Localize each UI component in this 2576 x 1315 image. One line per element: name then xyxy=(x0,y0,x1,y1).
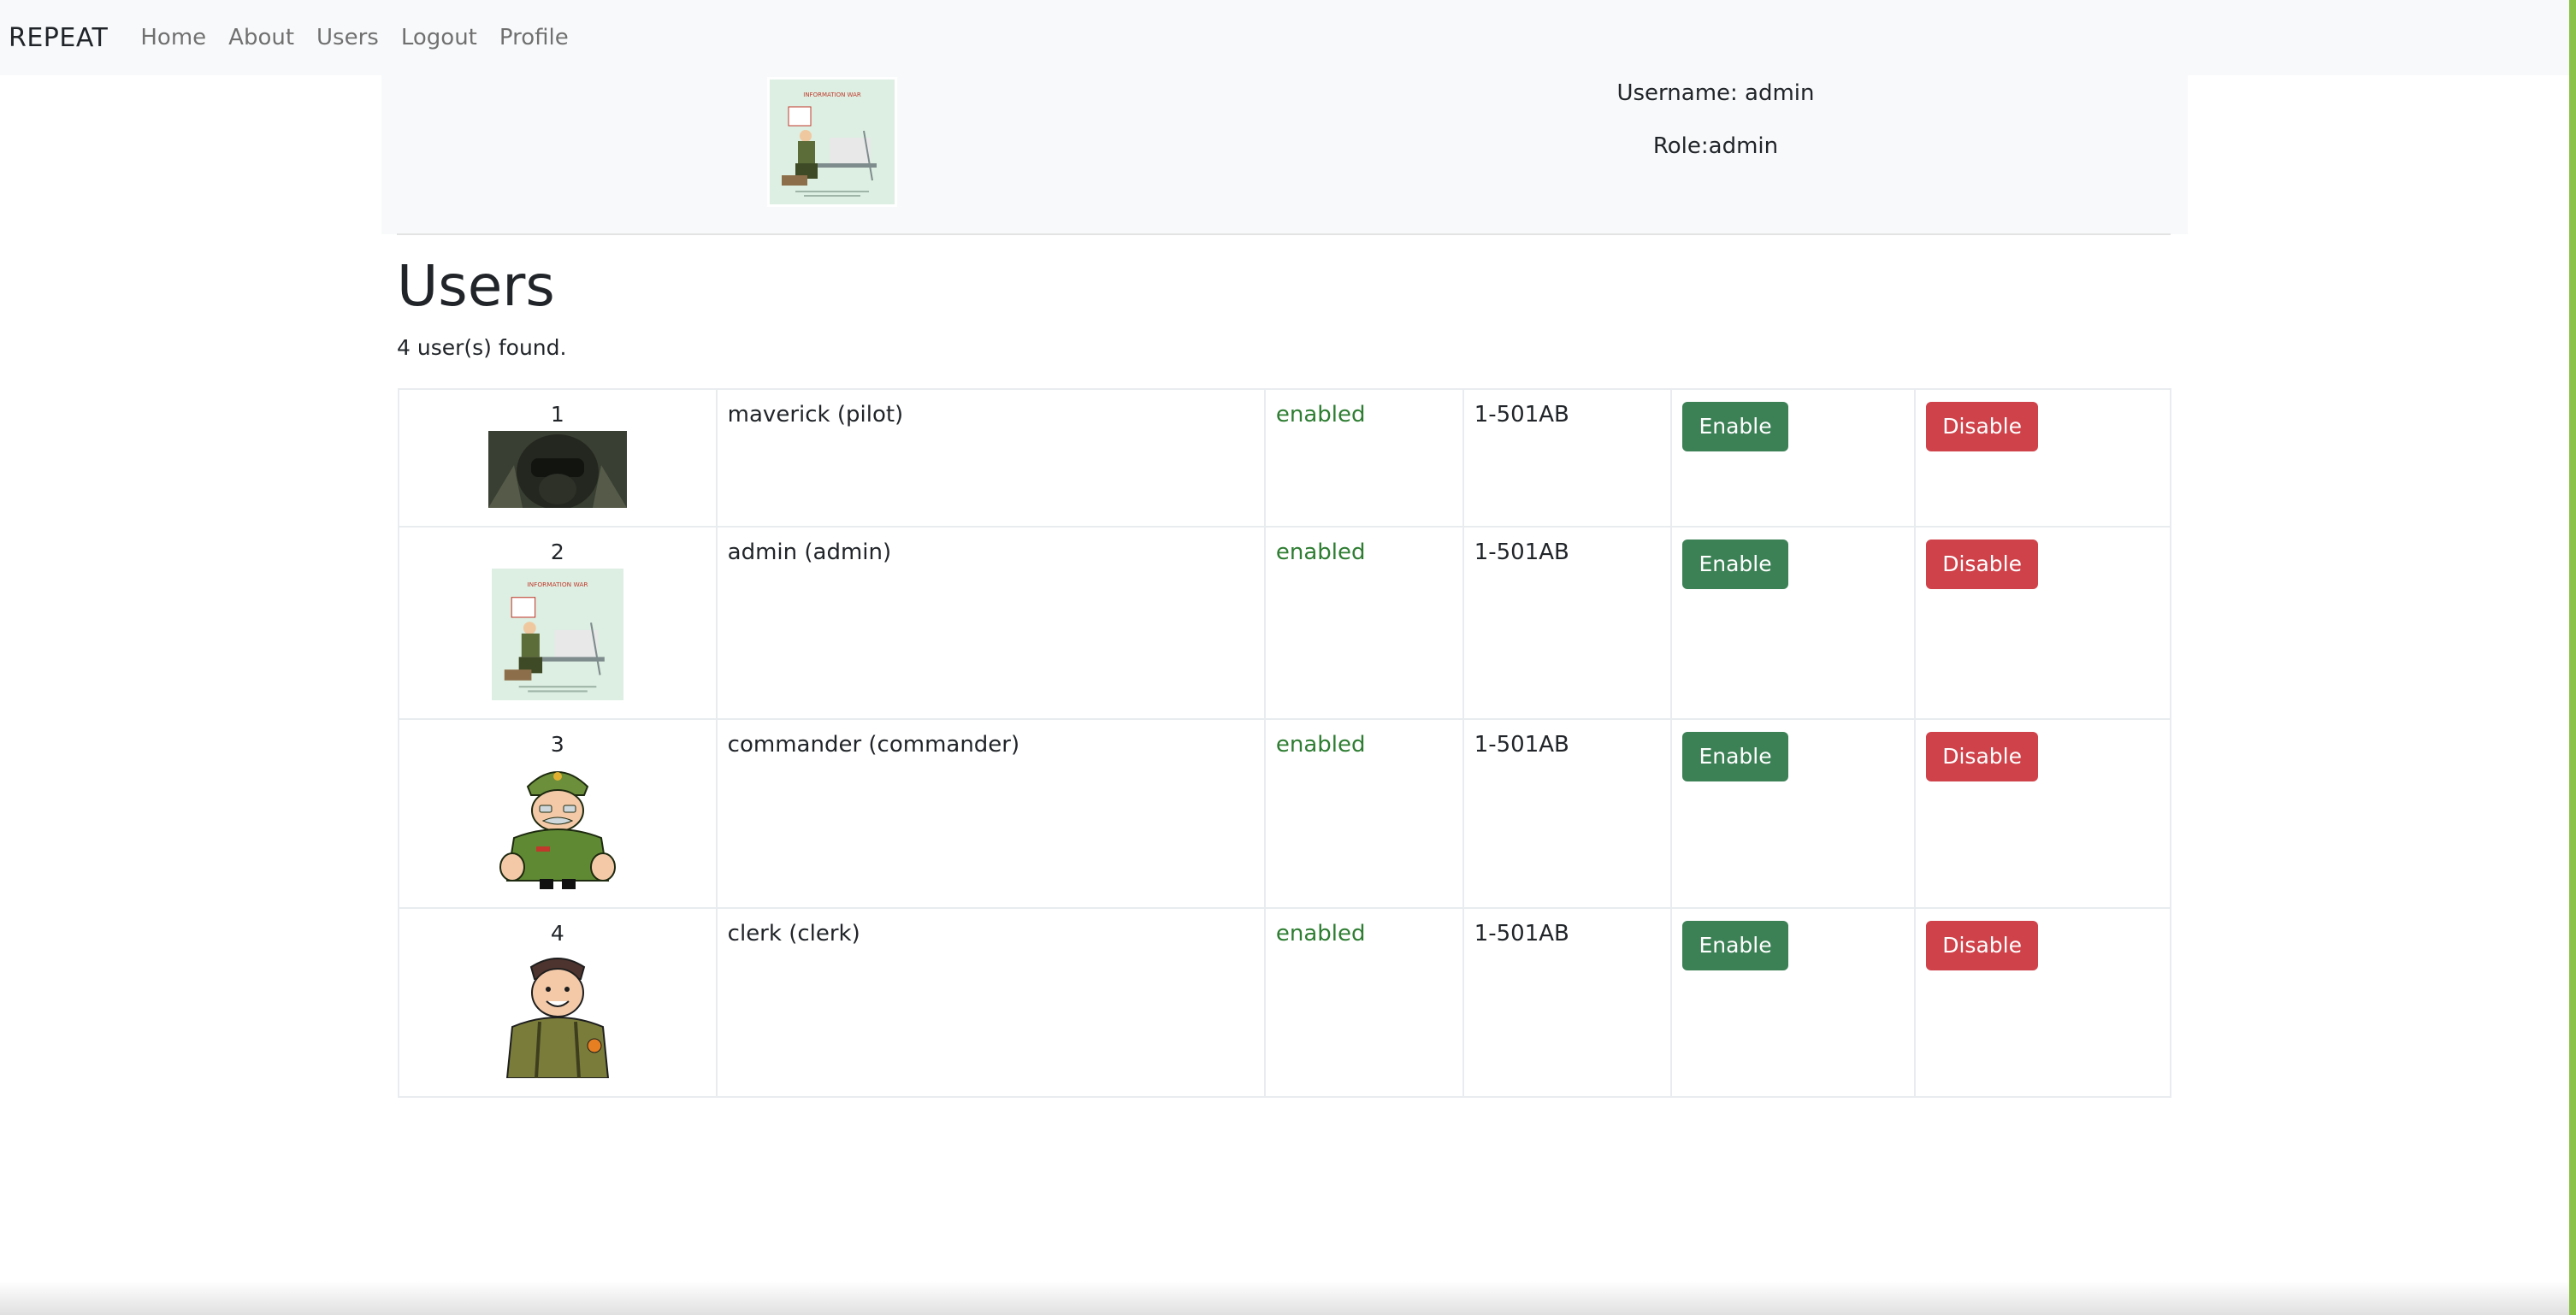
profile-username: Username: admin xyxy=(1616,80,1815,106)
table-row: 4 clerk (clerk) enabled 1-501AB Enable D… xyxy=(398,907,2171,1098)
bottom-shadow xyxy=(0,1281,2569,1315)
user-code: 1-501AB xyxy=(1462,526,1673,720)
row-number: 4 xyxy=(550,921,564,946)
user-status: enabled xyxy=(1263,388,1464,528)
avatar xyxy=(487,761,627,895)
nav-users[interactable]: Users xyxy=(316,25,379,50)
window-edge xyxy=(2569,0,2576,1315)
enable-button[interactable]: Enable xyxy=(1682,540,1788,589)
user-status: enabled xyxy=(1263,718,1464,909)
enable-button[interactable]: Enable xyxy=(1682,402,1788,451)
nav-logout[interactable]: Logout xyxy=(401,25,477,50)
information-war-poster-image: INFORMATION WAR xyxy=(491,569,623,700)
user-code: 1-501AB xyxy=(1462,907,1673,1098)
table-row: 2 INFORMATION WAR admin (admin) enabled … xyxy=(398,526,2171,720)
avatar xyxy=(487,950,627,1084)
user-status: enabled xyxy=(1263,907,1464,1098)
brand-logo[interactable]: REPEAT xyxy=(9,23,108,53)
enable-cell: Enable xyxy=(1670,718,1917,909)
poster-caption: INFORMATION WAR xyxy=(803,91,861,98)
user-name: commander (commander) xyxy=(715,718,1266,909)
enable-button[interactable]: Enable xyxy=(1682,921,1788,970)
page-title: Users xyxy=(397,253,555,319)
row-number: 1 xyxy=(550,402,564,427)
user-status: enabled xyxy=(1263,526,1464,720)
disable-button[interactable]: Disable xyxy=(1926,402,2038,451)
user-name: maverick (pilot) xyxy=(715,388,1266,528)
enable-cell: Enable xyxy=(1670,388,1917,528)
information-war-poster-image: INFORMATION WAR xyxy=(770,80,895,204)
disable-cell: Disable xyxy=(1914,907,2171,1098)
enable-button[interactable]: Enable xyxy=(1682,732,1788,781)
profile-role: Role:admin xyxy=(1652,133,1779,159)
cartoon-commander-image xyxy=(487,761,627,889)
profile-avatar: INFORMATION WAR xyxy=(767,77,897,207)
user-code: 1-501AB xyxy=(1462,388,1673,528)
user-avatar-cell: 1 xyxy=(398,388,718,528)
users-found-count: 4 user(s) found. xyxy=(397,335,567,360)
user-avatar-cell: 2 INFORMATION WAR xyxy=(398,526,718,720)
disable-cell: Disable xyxy=(1914,526,2171,720)
poster-caption: INFORMATION WAR xyxy=(527,581,588,588)
profile-header: INFORMATION WAR Username: admin Role:adm… xyxy=(381,75,2188,234)
user-avatar-cell: 3 xyxy=(398,718,718,909)
table-row: 3 commander (commander) enabled 1-501AB … xyxy=(398,718,2171,909)
divider xyxy=(397,233,2171,235)
pilot-helmet-image xyxy=(487,431,627,510)
disable-cell: Disable xyxy=(1914,718,2171,909)
cartoon-clerk-image xyxy=(487,950,627,1079)
disable-cell: Disable xyxy=(1914,388,2171,528)
disable-button[interactable]: Disable xyxy=(1926,540,2038,589)
disable-button[interactable]: Disable xyxy=(1926,921,2038,970)
user-name: clerk (clerk) xyxy=(715,907,1266,1098)
enable-cell: Enable xyxy=(1670,907,1917,1098)
nav-home[interactable]: Home xyxy=(140,25,206,50)
user-name: admin (admin) xyxy=(715,526,1266,720)
table-row: 1 maverick (pilot) enabled 1-501AB Enabl… xyxy=(398,388,2171,528)
top-navbar: REPEAT Home About Users Logout Profile xyxy=(0,0,2569,75)
row-number: 2 xyxy=(550,540,564,564)
nav-about[interactable]: About xyxy=(228,25,294,50)
users-table: 1 maverick (pilot) enabled 1-501AB Enabl… xyxy=(398,388,2171,1098)
avatar xyxy=(487,431,627,514)
enable-cell: Enable xyxy=(1670,526,1917,720)
user-code: 1-501AB xyxy=(1462,718,1673,909)
disable-button[interactable]: Disable xyxy=(1926,732,2038,781)
row-number: 3 xyxy=(550,732,564,757)
nav-profile[interactable]: Profile xyxy=(499,25,569,50)
user-avatar-cell: 4 xyxy=(398,907,718,1098)
avatar: INFORMATION WAR xyxy=(491,569,623,706)
profile-info: Username: admin Role:admin xyxy=(1579,75,1852,185)
